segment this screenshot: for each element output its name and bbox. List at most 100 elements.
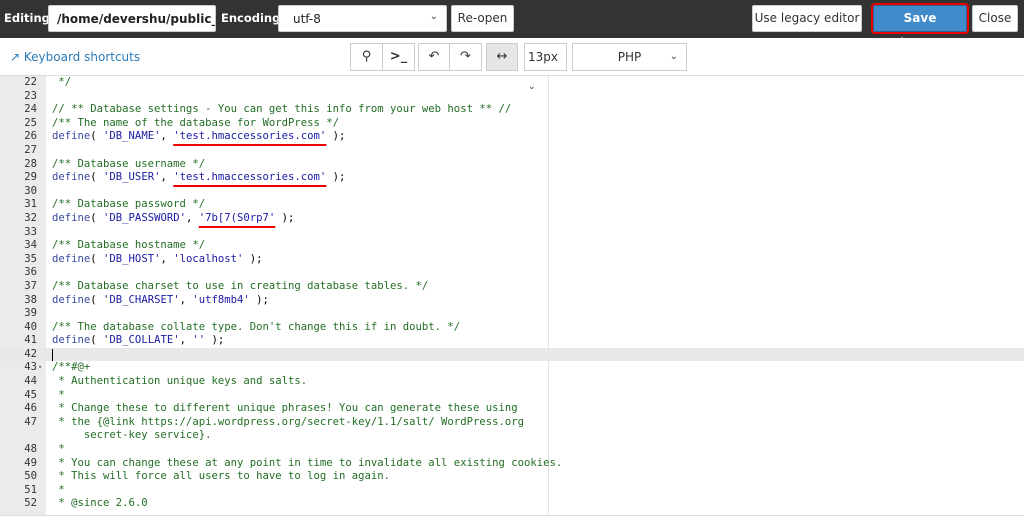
comment-token: /** Database charset to use in creating … xyxy=(52,279,429,292)
code-line[interactable]: 35 define( 'DB_HOST', 'localhost' ); xyxy=(0,253,1024,267)
save-changes-button[interactable]: Save Changes xyxy=(871,3,969,50)
file-path-input[interactable]: /home/devershu/public_h xyxy=(48,5,216,32)
punctuation-token: ); xyxy=(326,130,346,143)
font-size-value: 13px xyxy=(528,50,558,64)
code-line[interactable]: 36 xyxy=(0,266,1024,280)
line-number: 35 xyxy=(24,252,37,265)
code-line[interactable]: 34 /** Database hostname */ xyxy=(0,239,1024,253)
code-line[interactable]: 41 define( 'DB_COLLATE', '' ); xyxy=(0,334,1024,348)
line-number: 39 xyxy=(24,307,37,320)
redo-icon: ↷ xyxy=(460,49,471,64)
code-line[interactable]: 30 xyxy=(0,185,1024,199)
mode-value: PHP xyxy=(617,50,642,64)
line-number: 22 xyxy=(24,76,37,88)
terminal-icon: >_ xyxy=(389,49,408,64)
code-text: /**#@+ xyxy=(52,361,90,375)
line-number: 44 xyxy=(24,375,37,388)
line-number: 47 xyxy=(24,415,37,428)
code-line[interactable]: 28 /** Database username */ xyxy=(0,158,1024,172)
code-text: define( 'DB_COLLATE', '' ); xyxy=(52,334,224,348)
code-editor[interactable]: 22 */23 24// ** Database settings - You c… xyxy=(0,75,1024,516)
redo-button[interactable]: ↷ xyxy=(449,43,482,71)
string-token: 'DB_NAME' xyxy=(103,130,161,143)
code-line[interactable]: 52 * @since 2.6.0 xyxy=(0,497,1024,511)
code-line[interactable]: 43 ▾ /**#@+ xyxy=(0,361,1024,375)
comment-token: * You can change these at any point in t… xyxy=(52,456,563,469)
line-number: 27 xyxy=(24,143,37,156)
code-line[interactable]: 49 * You can change these at any point i… xyxy=(0,457,1024,471)
code-line[interactable]: 44 * Authentication unique keys and salt… xyxy=(0,375,1024,389)
line-number: 45 xyxy=(24,388,37,401)
code-line[interactable]: 42 xyxy=(0,347,1024,362)
code-line[interactable]: 23 xyxy=(0,90,1024,104)
comment-token: * xyxy=(52,388,65,401)
close-button[interactable]: Close xyxy=(972,5,1018,32)
line-number: 28 xyxy=(24,157,37,170)
text-cursor xyxy=(52,348,53,361)
code-text: /** Database password */ xyxy=(52,198,205,212)
punctuation-token: ); xyxy=(326,171,346,184)
punctuation-token: ( xyxy=(90,334,104,347)
code-line[interactable]: 51 * xyxy=(0,484,1024,498)
code-line[interactable]: 25 /** The name of the database for WordP… xyxy=(0,117,1024,131)
string-token: 'DB_PASSWORD' xyxy=(103,211,186,224)
line-number: 26 xyxy=(24,130,37,143)
code-line[interactable]: 45 * xyxy=(0,389,1024,403)
string-token: 'utf8mb4' xyxy=(192,293,250,306)
use-legacy-editor-button[interactable]: Use legacy editor xyxy=(752,5,862,32)
code-line[interactable]: 24 // ** Database settings - You can get … xyxy=(0,103,1024,117)
keyboard-shortcuts-link[interactable]: ↗ Keyboard shortcuts xyxy=(10,50,140,64)
line-number: 50 xyxy=(24,470,37,483)
code-text: /** Database hostname */ xyxy=(52,239,205,253)
line-number: 49 xyxy=(24,456,37,469)
line-number: 52 xyxy=(24,497,37,510)
word-wrap-toggle[interactable]: ↔ xyxy=(486,43,518,71)
line-number: 43 xyxy=(24,361,37,374)
line-number: 30 xyxy=(24,184,37,197)
keyword-token: define xyxy=(52,130,91,143)
code-line[interactable]: 47 * the {@link https://api.wordpress.or… xyxy=(0,416,1024,443)
encoding-select[interactable]: utf-8 ⌄ xyxy=(278,5,447,32)
search-button[interactable]: ⚲ xyxy=(350,43,383,71)
code-line[interactable]: 22 */ xyxy=(0,76,1024,90)
code-line[interactable]: 46 * Change these to different unique ph… xyxy=(0,402,1024,416)
fold-arrow-icon[interactable]: ▾ xyxy=(38,361,42,375)
reopen-button[interactable]: Re-open xyxy=(451,5,514,32)
code-text: */ xyxy=(52,76,71,90)
code-line[interactable]: 26 define( 'DB_NAME', 'test.hmaccessories… xyxy=(0,130,1024,144)
code-line[interactable]: 27 xyxy=(0,144,1024,158)
punctuation-token: , xyxy=(160,171,174,184)
punctuation-token: ); xyxy=(249,293,269,306)
code-line[interactable]: 38 define( 'DB_CHARSET', 'utf8mb4' ); xyxy=(0,294,1024,308)
undo-button[interactable]: ↶ xyxy=(418,43,450,71)
string-token: 'DB_COLLATE' xyxy=(103,334,180,347)
code-lines[interactable]: 22 */23 24// ** Database settings - You c… xyxy=(0,76,1024,511)
line-number: 38 xyxy=(24,293,37,306)
code-text: * Authentication unique keys and salts. xyxy=(52,375,307,389)
code-line[interactable]: 50 * This will force all users to have t… xyxy=(0,470,1024,484)
code-line[interactable]: 37 /** Database charset to use in creatin… xyxy=(0,280,1024,294)
external-link-icon: ↗ xyxy=(10,50,21,64)
code-line[interactable]: 33 xyxy=(0,226,1024,240)
code-line[interactable]: 29 define( 'DB_USER', 'test.hmaccessories… xyxy=(0,171,1024,185)
keyword-token: define xyxy=(52,252,91,265)
comment-token: * the {@link https://api.wordpress.org/s… xyxy=(52,415,524,428)
encoding-label: Encoding: xyxy=(221,11,285,25)
punctuation-token: ( xyxy=(90,171,104,184)
code-line[interactable]: 39 xyxy=(0,307,1024,321)
string-token: '7b[7(S0rp7' xyxy=(198,211,276,224)
code-line[interactable]: 31 /** Database password */ xyxy=(0,198,1024,212)
line-number: 23 xyxy=(24,89,37,102)
font-size-select[interactable]: 13px ⌄ xyxy=(524,43,567,92)
line-number: 25 xyxy=(24,116,37,129)
code-line[interactable]: 40 /** The database collate type. Don't c… xyxy=(0,321,1024,335)
arrows-horizontal-icon: ↔ xyxy=(496,49,508,64)
code-line[interactable]: 48 * xyxy=(0,443,1024,457)
mode-select[interactable]: PHP ⌄ xyxy=(572,43,687,71)
line-number: 41 xyxy=(24,334,37,347)
code-line[interactable]: 32 define( 'DB_PASSWORD', '7b[7(S0rp7' ); xyxy=(0,212,1024,226)
goto-line-button[interactable]: >_ xyxy=(382,43,415,71)
code-text: * @since 2.6.0 xyxy=(52,497,147,511)
punctuation-token: , xyxy=(160,252,174,265)
comment-token: // ** Database settings - You can get th… xyxy=(52,103,512,116)
